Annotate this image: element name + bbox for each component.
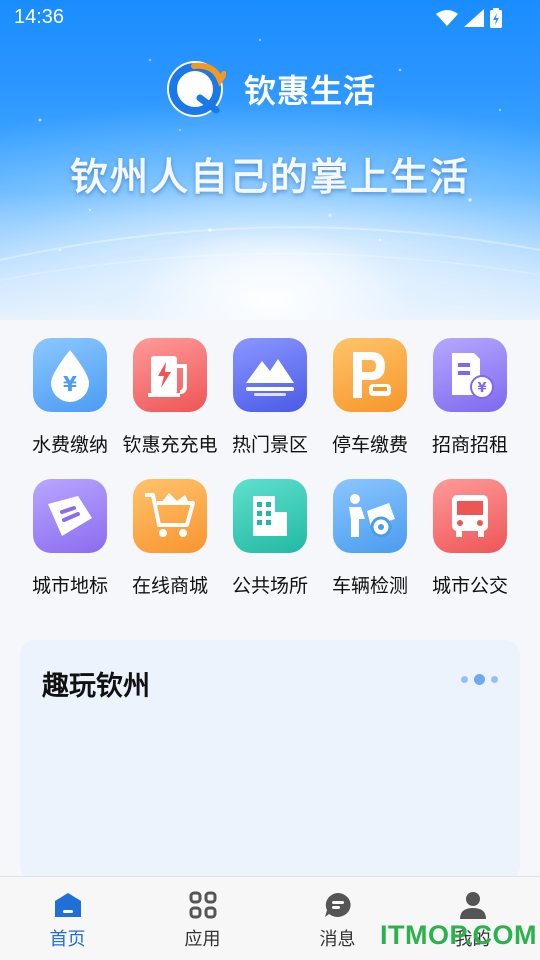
- service-water-bill[interactable]: ¥ 水费缴纳: [20, 338, 120, 457]
- carousel-dot[interactable]: [491, 676, 498, 683]
- apps-grid-icon: [189, 891, 216, 919]
- service-ev-charging[interactable]: 钦惠充充电: [120, 338, 220, 457]
- service-label: 招商招租: [431, 434, 508, 456]
- service-label: 在线商城: [131, 575, 208, 597]
- service-row: 城市地标 在线商城 公共场所 车辆检测 城市公交: [20, 479, 520, 598]
- status-time: 14:36: [14, 6, 65, 28]
- service-investment-rental[interactable]: ¥ 招商招租: [420, 338, 520, 457]
- service-public-places[interactable]: 公共场所: [220, 479, 320, 598]
- office-building-icon: [233, 479, 307, 553]
- service-row: ¥ 水费缴纳 钦惠充充电 热门景区 停车缴费 ¥ 招商招租: [20, 338, 520, 457]
- tab-label: 消息: [319, 929, 356, 950]
- carousel-dots[interactable]: [461, 674, 498, 685]
- service-label: 停车缴费: [331, 434, 408, 456]
- card-title: 趣玩钦州: [42, 671, 150, 702]
- service-city-landmark[interactable]: 城市地标: [20, 479, 120, 598]
- status-icons: [436, 8, 502, 28]
- parking-icon: [333, 338, 407, 412]
- service-label: 车辆检测: [331, 575, 408, 597]
- service-grid: ¥ 水费缴纳 钦惠充充电 热门景区 停车缴费 ¥ 招商招租 城市地标 在线商城 …: [20, 338, 520, 620]
- water-drop-yuan-icon: ¥: [33, 338, 107, 412]
- hero-slogan: 钦州人自己的掌上生活: [69, 155, 470, 199]
- home-icon: [54, 893, 81, 917]
- user-icon: [459, 892, 486, 919]
- fun-qinzhou-card[interactable]: 趣玩钦州: [20, 640, 520, 880]
- building-yuan-icon: ¥: [433, 338, 507, 412]
- status-bar: 14:36: [0, 0, 540, 34]
- ticket-icon: [33, 479, 107, 553]
- service-label: 城市地标: [31, 575, 108, 597]
- shopping-cart-icon: [133, 479, 207, 553]
- tab-label: 首页: [49, 929, 86, 950]
- service-scenic-spots[interactable]: 热门景区: [220, 338, 320, 457]
- carousel-dot-active[interactable]: [474, 674, 485, 685]
- tab-label: 应用: [184, 929, 221, 950]
- service-label: 水费缴纳: [31, 434, 108, 456]
- service-online-mall[interactable]: 在线商城: [120, 479, 220, 598]
- signal-icon: [464, 9, 484, 27]
- app-logo-icon: [166, 61, 226, 117]
- bus-icon: [433, 479, 507, 553]
- service-parking-fee[interactable]: 停车缴费: [320, 338, 420, 457]
- service-city-bus[interactable]: 城市公交: [420, 479, 520, 598]
- service-label: 钦惠充充电: [122, 434, 218, 456]
- tab-apps[interactable]: 应用: [135, 877, 270, 960]
- tab-home[interactable]: 首页: [0, 877, 135, 960]
- charging-station-icon: [133, 338, 207, 412]
- app-name: 钦惠生活: [243, 72, 376, 110]
- watermark: ITMOP.COM: [380, 920, 538, 950]
- service-vehicle-inspection[interactable]: 车辆检测: [320, 479, 420, 598]
- wifi-icon: [436, 10, 458, 26]
- svg-text:¥: ¥: [63, 372, 77, 396]
- svg-text:¥: ¥: [477, 381, 486, 396]
- service-label: 热门景区: [231, 434, 308, 456]
- service-label: 公共场所: [231, 575, 308, 597]
- car-inspection-icon: [333, 479, 407, 553]
- service-label: 城市公交: [431, 575, 508, 597]
- brand-header: 钦惠生活: [0, 58, 540, 120]
- carousel-dot[interactable]: [461, 676, 468, 683]
- message-icon: [324, 893, 351, 917]
- battery-icon: [490, 8, 502, 28]
- mountains-icon: [233, 338, 307, 412]
